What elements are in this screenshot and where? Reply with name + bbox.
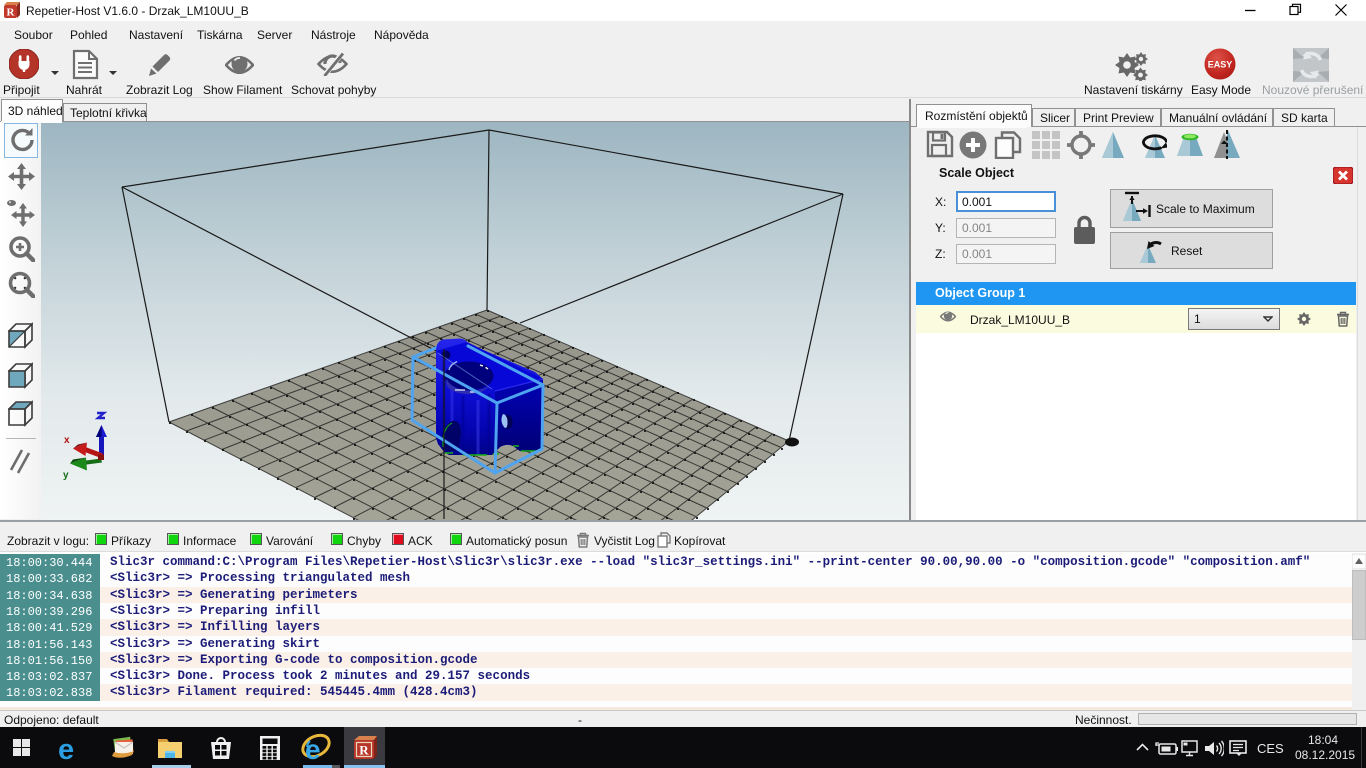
svg-text:e: e bbox=[58, 735, 74, 761]
svg-text:EASY: EASY bbox=[1208, 60, 1233, 70]
svg-text:R: R bbox=[7, 7, 16, 19]
svg-text:e: e bbox=[305, 734, 321, 763]
svg-text:R: R bbox=[359, 743, 369, 758]
svg-text:x: x bbox=[64, 435, 70, 446]
svg-text:y: y bbox=[63, 470, 69, 481]
